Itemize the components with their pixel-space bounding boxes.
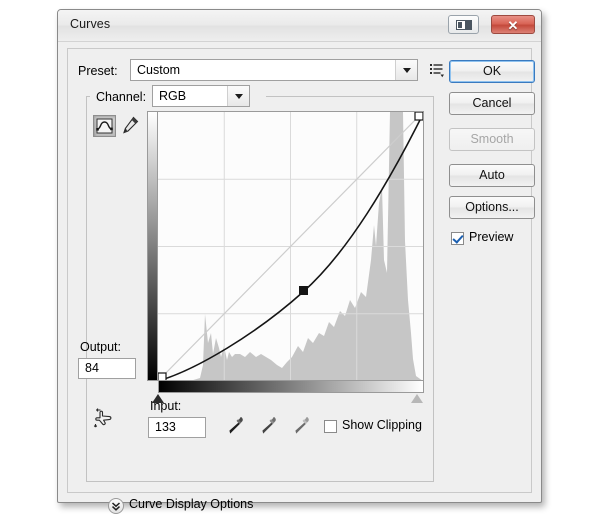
- dialog-title: Curves: [70, 17, 111, 31]
- eyedropper-gray-point-icon[interactable]: [260, 415, 280, 437]
- curve-display-options-expander[interactable]: [108, 498, 124, 514]
- curve-point-white: [414, 112, 423, 121]
- curve-point-mid: [299, 286, 308, 295]
- preset-dropdown-button[interactable]: [395, 60, 417, 80]
- title-bar[interactable]: Curves ✕: [58, 10, 541, 42]
- channel-value: RGB: [159, 89, 187, 103]
- curve-point-black: [158, 372, 167, 380]
- window-toggle-button[interactable]: [448, 15, 479, 34]
- output-value: 84: [85, 361, 99, 375]
- window-toggle-icon: [456, 20, 472, 30]
- curve-graph-svg: [158, 112, 423, 380]
- dialog-body: Preset: Custom Channel: RGB Output: 84 I…: [67, 48, 535, 514]
- eyedropper-black-point-icon[interactable]: [227, 415, 247, 437]
- preset-select[interactable]: Custom: [130, 59, 418, 81]
- white-point-slider[interactable]: [411, 394, 423, 403]
- chevron-down-icon: [234, 94, 243, 99]
- curve-display-options-label[interactable]: Curve Display Options: [129, 497, 253, 511]
- close-button[interactable]: ✕: [491, 15, 535, 34]
- preset-label: Preset:: [78, 64, 118, 78]
- smooth-button[interactable]: Smooth: [449, 128, 535, 151]
- curve-display-options-rule: [268, 504, 421, 505]
- show-clipping-checkbox[interactable]: [324, 420, 337, 433]
- input-gradient-ramp: [158, 381, 424, 393]
- preview-checkbox[interactable]: [451, 232, 464, 245]
- channel-dropdown-button[interactable]: [227, 86, 249, 106]
- input-label: Input:: [150, 399, 182, 413]
- input-input[interactable]: 133: [148, 417, 206, 438]
- cancel-button[interactable]: Cancel: [449, 92, 535, 115]
- ok-button[interactable]: OK: [449, 60, 535, 83]
- preview-label: Preview: [469, 230, 514, 244]
- output-input[interactable]: 84: [78, 358, 136, 379]
- eyedropper-white-point-icon[interactable]: [293, 415, 313, 437]
- curves-dialog: Curves ✕ Preset: Custom Channel: RGB Out…: [57, 9, 542, 514]
- output-label: Output:: [80, 340, 121, 354]
- output-gradient-ramp: [147, 111, 158, 381]
- pencil-tool-button[interactable]: [120, 115, 143, 137]
- show-clipping-label: Show Clipping: [342, 418, 422, 432]
- targeted-adjustment-tool-button[interactable]: [92, 407, 114, 429]
- chevron-down-icon: [402, 68, 411, 73]
- input-value: 133: [155, 420, 176, 434]
- preset-menu-icon[interactable]: [429, 62, 445, 78]
- auto-button[interactable]: Auto: [449, 164, 535, 187]
- channel-select[interactable]: RGB: [152, 85, 250, 107]
- options-button[interactable]: Options...: [449, 196, 535, 219]
- close-icon: ✕: [507, 18, 519, 33]
- curve-graph[interactable]: [158, 111, 424, 381]
- channel-label: Channel:: [96, 90, 147, 104]
- preset-value: Custom: [137, 63, 181, 77]
- curve-point-tool-button[interactable]: [93, 115, 116, 137]
